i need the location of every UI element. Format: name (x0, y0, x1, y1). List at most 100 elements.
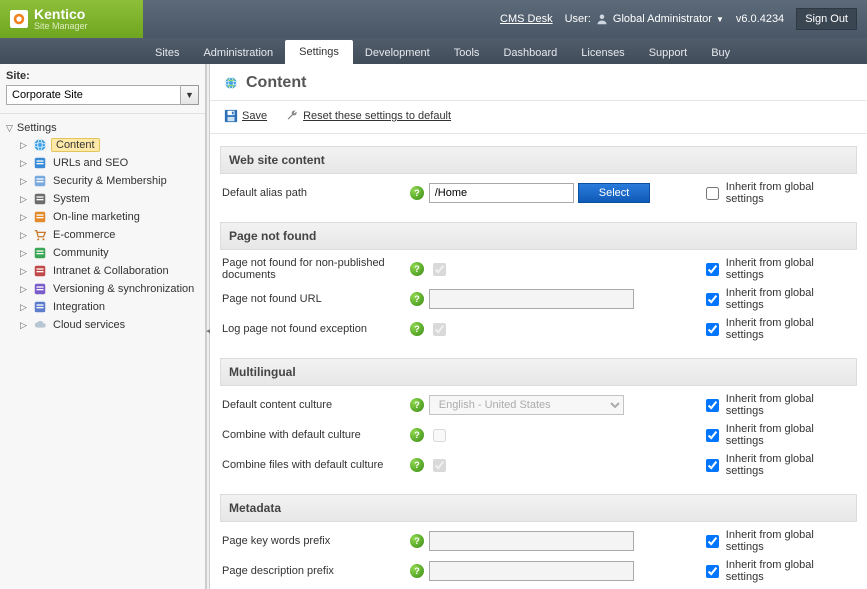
tree-item-label: Integration (51, 301, 107, 313)
cms-desk-link[interactable]: CMS Desk (500, 13, 553, 25)
collapse-icon[interactable]: ▽ (6, 123, 13, 134)
inherit-checkbox[interactable] (706, 187, 719, 200)
menu-tab-support[interactable]: Support (637, 41, 700, 64)
menu-tab-buy[interactable]: Buy (699, 41, 742, 64)
help-icon[interactable]: ? (410, 262, 424, 276)
inherit-checkbox[interactable] (706, 399, 719, 412)
expand-icon[interactable]: ▷ (20, 140, 29, 151)
intranet-icon (33, 264, 47, 278)
brand-logo-icon (10, 10, 28, 28)
save-icon (224, 109, 238, 123)
expand-icon[interactable]: ▷ (20, 302, 29, 313)
site-select[interactable] (6, 85, 181, 105)
inherit-label: Inherit from global settings (726, 393, 851, 417)
tree-item-security-membership[interactable]: ▷ Security & Membership (16, 172, 203, 190)
expand-icon[interactable]: ▷ (20, 266, 29, 277)
menu-tab-tools[interactable]: Tools (442, 41, 492, 64)
tree-item-on-line-marketing[interactable]: ▷ On-line marketing (16, 208, 203, 226)
expand-icon[interactable]: ▷ (20, 158, 29, 169)
help-icon[interactable]: ? (410, 398, 424, 412)
inherit-checkbox[interactable] (706, 263, 719, 276)
section-multilingual: Multilingual Default content culture ? E… (220, 358, 857, 482)
inherit-label: Inherit from global settings (726, 423, 851, 447)
help-icon[interactable]: ? (410, 564, 424, 578)
section-title: Web site content (220, 146, 857, 174)
tree-item-content[interactable]: ▷Content (16, 136, 203, 154)
marketing-icon (33, 210, 47, 224)
save-button[interactable]: Save (224, 109, 267, 123)
inherit-checkbox[interactable] (706, 459, 719, 472)
tree-item-label: Cloud services (51, 319, 127, 331)
integration-icon (33, 300, 47, 314)
expand-icon[interactable]: ▷ (20, 284, 29, 295)
inherit-checkbox[interactable] (706, 535, 719, 548)
section-title: Multilingual (220, 358, 857, 386)
user-indicator[interactable]: User: Global Administrator ▼ (565, 12, 724, 26)
help-icon[interactable]: ? (410, 292, 424, 306)
site-label: Site: (6, 70, 199, 82)
menu-tab-dashboard[interactable]: Dashboard (491, 41, 569, 64)
inherit-checkbox[interactable] (706, 429, 719, 442)
tree-item-urls-and-seo[interactable]: ▷ URLs and SEO (16, 154, 203, 172)
brand: Kentico Site Manager (0, 0, 143, 38)
section-title: Page not found (220, 222, 857, 250)
inherit-checkbox[interactable] (706, 323, 719, 336)
row-keywords-prefix: Page key words prefix ? Inherit from glo… (220, 526, 857, 556)
section-website-content: Web site content Default alias path ? Se… (220, 146, 857, 210)
expand-icon[interactable]: ▷ (20, 176, 29, 187)
tree-item-label: Security & Membership (51, 175, 169, 187)
expand-icon[interactable]: ▷ (20, 248, 29, 259)
pnf-nonpublished-checkbox (433, 263, 446, 276)
inherit-checkbox[interactable] (706, 293, 719, 306)
select-path-button[interactable]: Select (578, 183, 651, 203)
main-menu: SitesAdministrationSettingsDevelopmentTo… (0, 38, 867, 64)
description-prefix-input (429, 561, 634, 581)
tree-item-cloud-services[interactable]: ▷ Cloud services (16, 316, 203, 334)
row-combine-default-culture: Combine with default culture ? Inherit f… (220, 420, 857, 450)
tree-item-e-commerce[interactable]: ▷E-commerce (16, 226, 203, 244)
tree-root-label: Settings (17, 122, 57, 134)
pnf-url-input (429, 289, 634, 309)
menu-tab-licenses[interactable]: Licenses (569, 41, 636, 64)
help-icon[interactable]: ? (410, 186, 424, 200)
help-icon[interactable]: ? (410, 534, 424, 548)
tree-item-versioning-synchronization[interactable]: ▷Versioning & synchronization (16, 280, 203, 298)
tree-item-system[interactable]: ▷System (16, 190, 203, 208)
inherit-checkbox[interactable] (706, 565, 719, 578)
tree-item-integration[interactable]: ▷ Integration (16, 298, 203, 316)
help-icon[interactable]: ? (410, 322, 424, 336)
inherit-label: Inherit from global settings (726, 257, 851, 281)
expand-icon[interactable]: ▷ (20, 194, 29, 205)
tree-root[interactable]: ▽ Settings (2, 120, 203, 136)
sidebar: Site: ▼ ▽ Settings ▷Content▷URLs and SEO… (0, 64, 206, 589)
tree-item-label: On-line marketing (51, 211, 142, 223)
tree-item-intranet-collaboration[interactable]: ▷Intranet & Collaboration (16, 262, 203, 280)
menu-tab-administration[interactable]: Administration (191, 41, 285, 64)
reset-defaults-button[interactable]: Reset these settings to default (285, 109, 451, 123)
version-label: v6.0.4234 (736, 13, 784, 25)
tree-item-label: URLs and SEO (51, 157, 130, 169)
person-icon (595, 12, 609, 26)
menu-tab-settings[interactable]: Settings (285, 40, 353, 64)
field-label: Page not found URL (220, 293, 405, 305)
sign-out-button[interactable]: Sign Out (796, 8, 857, 30)
expand-icon[interactable]: ▷ (20, 230, 29, 241)
user-name: Global Administrator (613, 13, 712, 25)
security-icon (33, 174, 47, 188)
site-select-dropdown-button[interactable]: ▼ (181, 85, 199, 105)
field-label: Page key words prefix (220, 535, 405, 547)
help-icon[interactable]: ? (410, 428, 424, 442)
brand-name: Kentico (34, 7, 88, 21)
section-metadata: Metadata Page key words prefix ? Inherit… (220, 494, 857, 589)
default-alias-path-input[interactable] (429, 183, 574, 203)
help-icon[interactable]: ? (410, 458, 424, 472)
system-icon (33, 192, 47, 206)
menu-tab-development[interactable]: Development (353, 41, 442, 64)
tree-item-community[interactable]: ▷Community (16, 244, 203, 262)
row-pnf-nonpublished: Page not found for non-published documen… (220, 254, 857, 284)
field-label: Combine with default culture (220, 429, 405, 441)
expand-icon[interactable]: ▷ (20, 212, 29, 223)
brand-sub: Site Manager (34, 22, 88, 31)
expand-icon[interactable]: ▷ (20, 320, 29, 331)
menu-tab-sites[interactable]: Sites (143, 41, 191, 64)
